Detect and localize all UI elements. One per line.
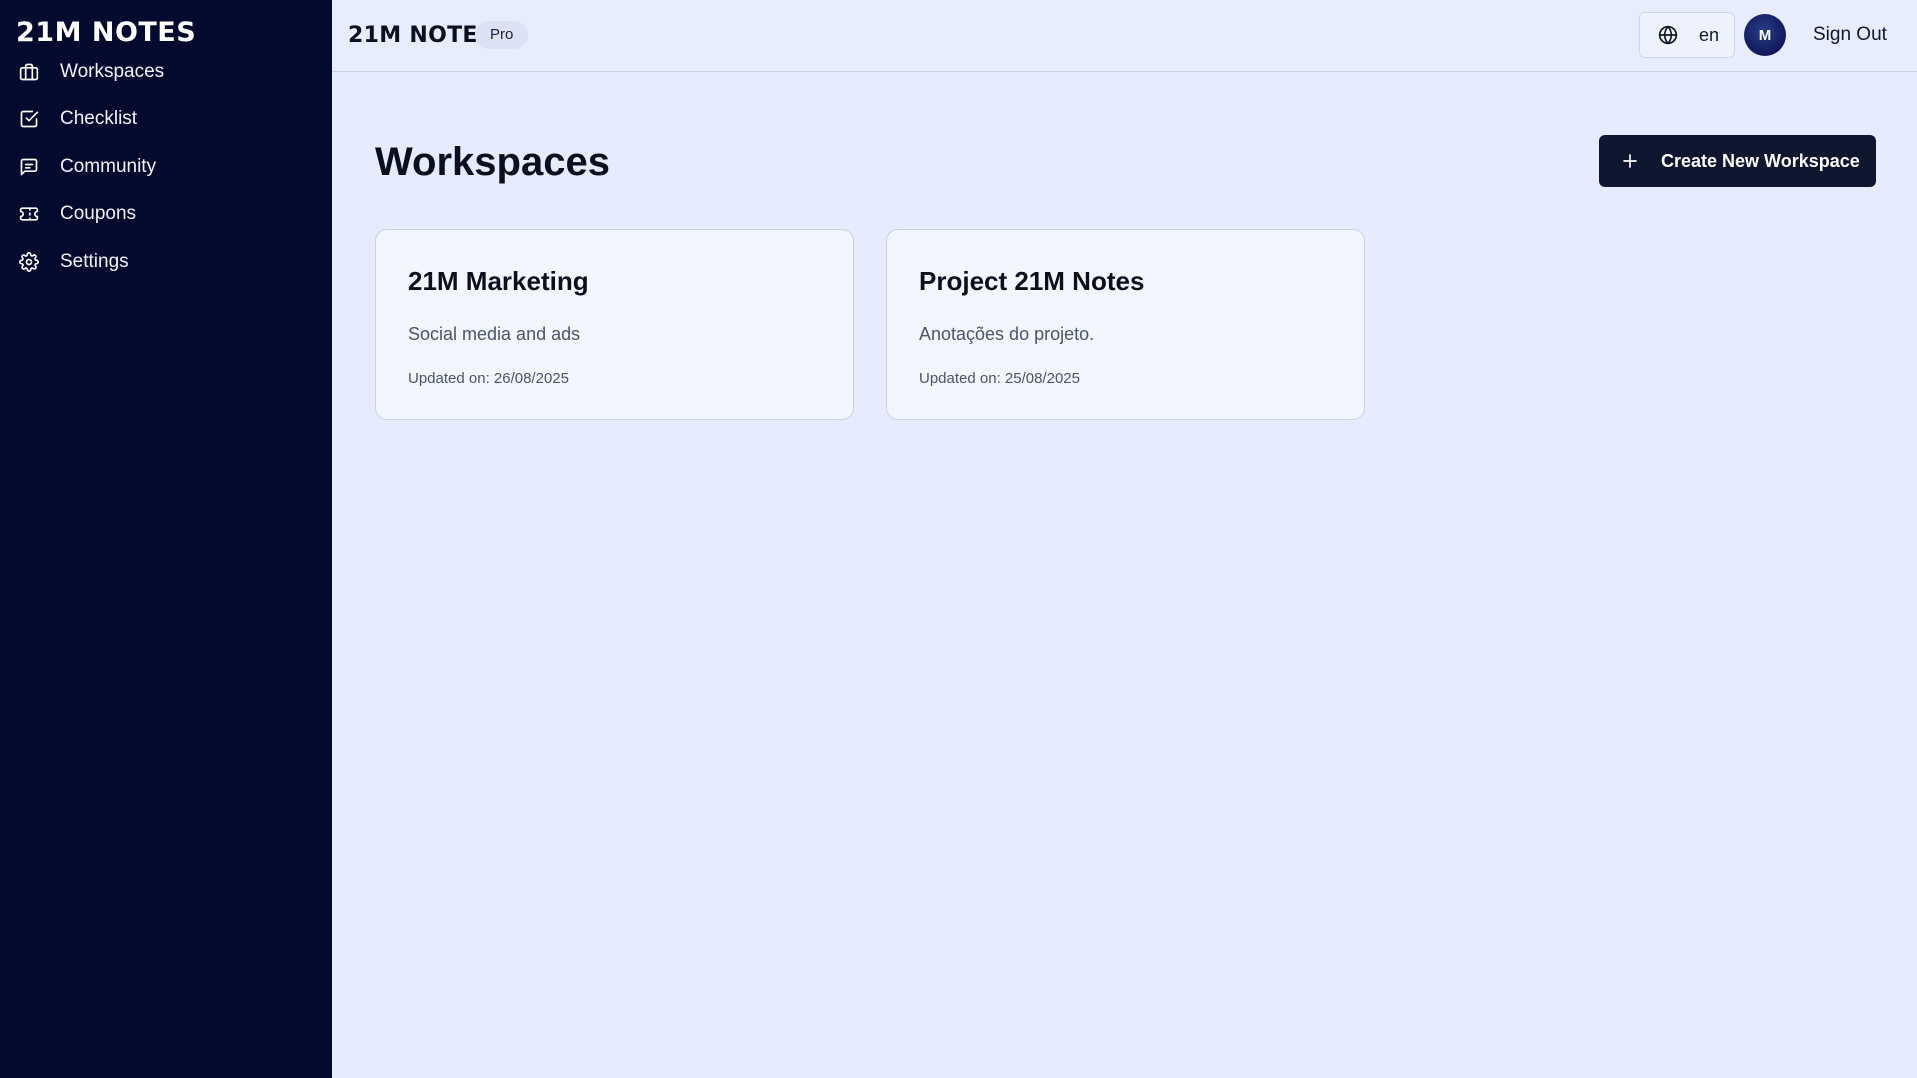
sidebar-item-settings[interactable]: Settings	[0, 238, 332, 286]
workspace-description: Anotações do projeto.	[919, 324, 1095, 344]
gear-icon	[18, 251, 40, 273]
message-square-icon	[18, 156, 40, 178]
sidebar-item-coupons[interactable]: Coupons	[0, 191, 332, 239]
sidebar-item-label: Settings	[60, 250, 129, 272]
check-square-icon	[18, 108, 40, 130]
sidebar-item-label: Workspaces	[60, 60, 165, 82]
top-header: 21M NOTES Pro en M Sign Out	[332, 0, 1917, 72]
sidebar-nav: Workspaces Checklist Community Coupons S…	[0, 48, 332, 286]
workspace-card[interactable]: Project 21M Notes Anotações do projeto. …	[886, 229, 1365, 420]
sidebar-item-label: Checklist	[60, 108, 138, 130]
sidebar-item-workspaces[interactable]: Workspaces	[0, 48, 332, 96]
workspace-updated-date: Updated on: 26/08/2025	[408, 370, 569, 387]
sidebar-item-label: Community	[60, 155, 157, 177]
create-workspace-label: Create New Workspace	[1661, 150, 1860, 171]
sidebar: 21M NOTES Workspaces Checklist Community…	[0, 0, 332, 1078]
ticket-icon	[18, 203, 40, 225]
language-label: en	[1699, 24, 1720, 45]
avatar-initial: M	[1758, 26, 1772, 44]
briefcase-icon	[18, 61, 40, 83]
workspace-card[interactable]: 21M Marketing Social media and ads Updat…	[375, 229, 854, 420]
workspace-title: Project 21M Notes	[919, 266, 1145, 296]
avatar[interactable]: M	[1744, 14, 1786, 56]
plus-icon	[1621, 152, 1639, 170]
create-workspace-button[interactable]: Create New Workspace	[1599, 135, 1876, 187]
language-selector[interactable]: en	[1639, 12, 1735, 58]
workspace-title: 21M Marketing	[408, 266, 589, 296]
sidebar-item-checklist[interactable]: Checklist	[0, 96, 332, 144]
workspace-updated-date: Updated on: 25/08/2025	[919, 370, 1080, 387]
sign-out-button[interactable]: Sign Out	[1813, 22, 1887, 48]
workspace-description: Social media and ads	[408, 324, 581, 344]
sidebar-logo[interactable]: 21M NOTES	[16, 16, 196, 50]
page-title: Workspaces	[375, 140, 610, 184]
globe-icon	[1657, 24, 1679, 46]
sidebar-item-label: Coupons	[60, 203, 137, 225]
plan-badge: Pro	[475, 21, 529, 49]
header-brand[interactable]: 21M NOTES	[348, 22, 494, 50]
sidebar-item-community[interactable]: Community	[0, 143, 332, 191]
